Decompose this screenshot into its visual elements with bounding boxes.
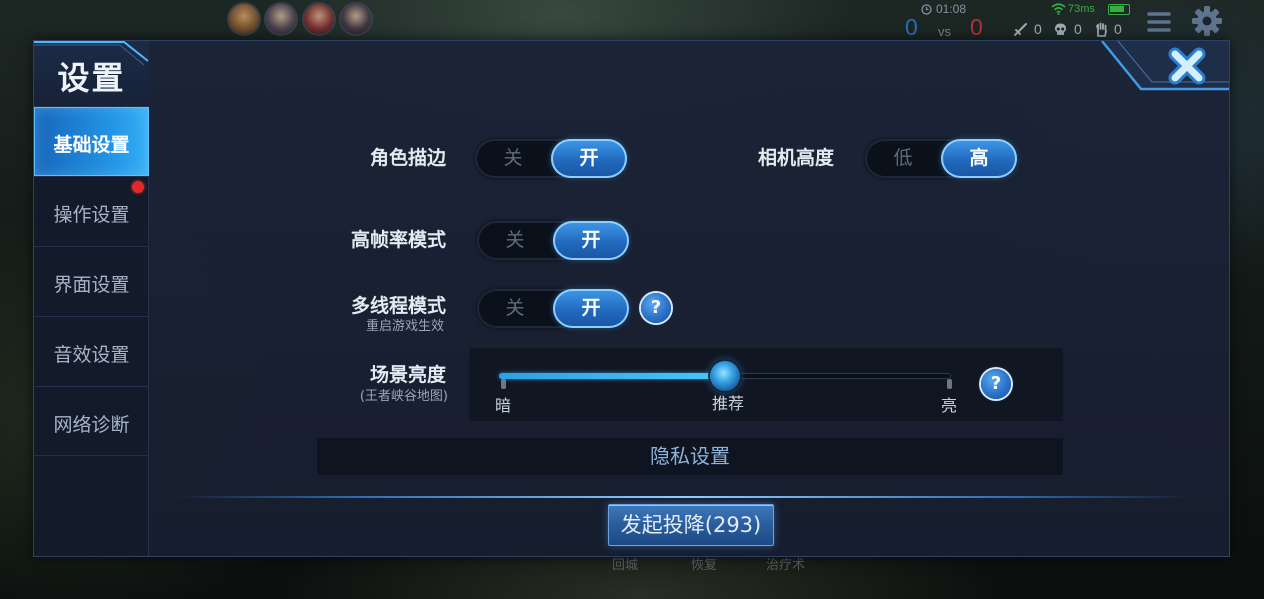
brightness-note: (王者峡谷地图) xyxy=(359,389,448,404)
settings-title-box: 设置 xyxy=(34,41,149,106)
ping-text: 73ms xyxy=(1068,3,1095,15)
brightness-slider-area xyxy=(469,348,1063,421)
brightness-label: 场景亮度 xyxy=(369,364,446,386)
hero-portrait xyxy=(339,2,373,36)
high-fps-label: 高帧率模式 xyxy=(350,229,446,251)
gear-icon[interactable] xyxy=(1190,4,1224,38)
red-team-score: 0 xyxy=(970,14,983,40)
multithread-toggle[interactable]: 关 开 xyxy=(477,289,629,328)
tab-label: 网络诊断 xyxy=(53,414,130,436)
tab-label: 操作设置 xyxy=(53,204,130,226)
settings-dialog: 设置 基础设置 操作设置 界面设置 音效设置 网络诊断 角色描边 关 开 相机高… xyxy=(33,40,1230,557)
hero-portrait xyxy=(302,2,336,36)
menu-icon[interactable] xyxy=(1145,9,1173,35)
high-fps-on-option[interactable]: 开 xyxy=(553,221,629,260)
battery-icon xyxy=(1108,4,1130,15)
clock-icon xyxy=(921,4,932,15)
brightness-slider[interactable] xyxy=(499,361,951,391)
wifi-icon xyxy=(1051,3,1066,15)
blue-team-score: 0 xyxy=(905,14,918,40)
battery-level xyxy=(1110,6,1124,12)
high-fps-toggle[interactable]: 关 开 xyxy=(477,221,629,260)
brightness-max-label: 亮 xyxy=(940,396,957,415)
tab-network-diagnosis[interactable]: 网络诊断 xyxy=(34,386,149,456)
multithread-off-option[interactable]: 关 xyxy=(477,289,553,328)
close-icon[interactable] xyxy=(1167,47,1207,85)
assists-count: 0 xyxy=(1114,21,1122,37)
kills-count: 0 xyxy=(1034,21,1042,37)
sword-icon xyxy=(1014,23,1027,36)
vs-label: vs xyxy=(938,24,951,39)
camera-height-label: 相机高度 xyxy=(757,147,834,169)
skull-icon xyxy=(1055,23,1066,35)
hero-portrait xyxy=(227,2,261,36)
camera-height-toggle[interactable]: 低 高 xyxy=(865,139,1017,178)
camera-high-option[interactable]: 高 xyxy=(941,139,1017,178)
surrender-button[interactable]: 发起投降(293) xyxy=(608,504,774,546)
tab-sound-settings[interactable]: 音效设置 xyxy=(34,316,149,386)
brightness-recommended-label: 推荐 xyxy=(711,394,744,413)
slider-min-marker xyxy=(501,379,506,389)
close-button-frame xyxy=(1101,41,1229,91)
tab-label: 基础设置 xyxy=(53,134,130,156)
outline-on-option[interactable]: 开 xyxy=(551,139,627,178)
multithread-label: 多线程模式 xyxy=(350,295,446,317)
outline-off-option[interactable]: 关 xyxy=(475,139,551,178)
brightness-fill xyxy=(499,373,725,379)
match-timer: 01:08 xyxy=(936,2,967,16)
deaths-count: 0 xyxy=(1074,21,1082,37)
tab-label: 界面设置 xyxy=(53,274,130,296)
tab-label: 音效设置 xyxy=(53,344,130,366)
privacy-section-header: 隐私设置 xyxy=(317,438,1063,475)
outline-toggle[interactable]: 关 开 xyxy=(475,139,627,178)
multithread-note: 重启游戏生效 xyxy=(365,319,444,334)
brightness-knob[interactable] xyxy=(710,361,740,391)
settings-title: 设置 xyxy=(57,59,126,97)
multithread-on-option[interactable]: 开 xyxy=(553,289,629,328)
tab-basic-settings[interactable]: 基础设置 xyxy=(34,106,149,176)
slider-max-marker xyxy=(947,379,952,389)
tab-interface-settings[interactable]: 界面设置 xyxy=(34,246,149,316)
assist-hand-icon xyxy=(1096,22,1107,37)
camera-low-option[interactable]: 低 xyxy=(865,139,941,178)
brightness-min-label: 暗 xyxy=(494,396,511,415)
notification-dot xyxy=(132,181,144,193)
brightness-help-icon[interactable]: ? xyxy=(981,369,1011,399)
bottom-divider xyxy=(174,496,1194,498)
multithread-help-icon[interactable]: ? xyxy=(641,293,671,323)
high-fps-off-option[interactable]: 关 xyxy=(477,221,553,260)
outline-label: 角色描边 xyxy=(369,147,446,169)
hero-portrait xyxy=(264,2,298,36)
settings-sidebar: 设置 基础设置 操作设置 界面设置 音效设置 网络诊断 xyxy=(34,41,149,556)
tab-control-settings[interactable]: 操作设置 xyxy=(34,176,149,246)
